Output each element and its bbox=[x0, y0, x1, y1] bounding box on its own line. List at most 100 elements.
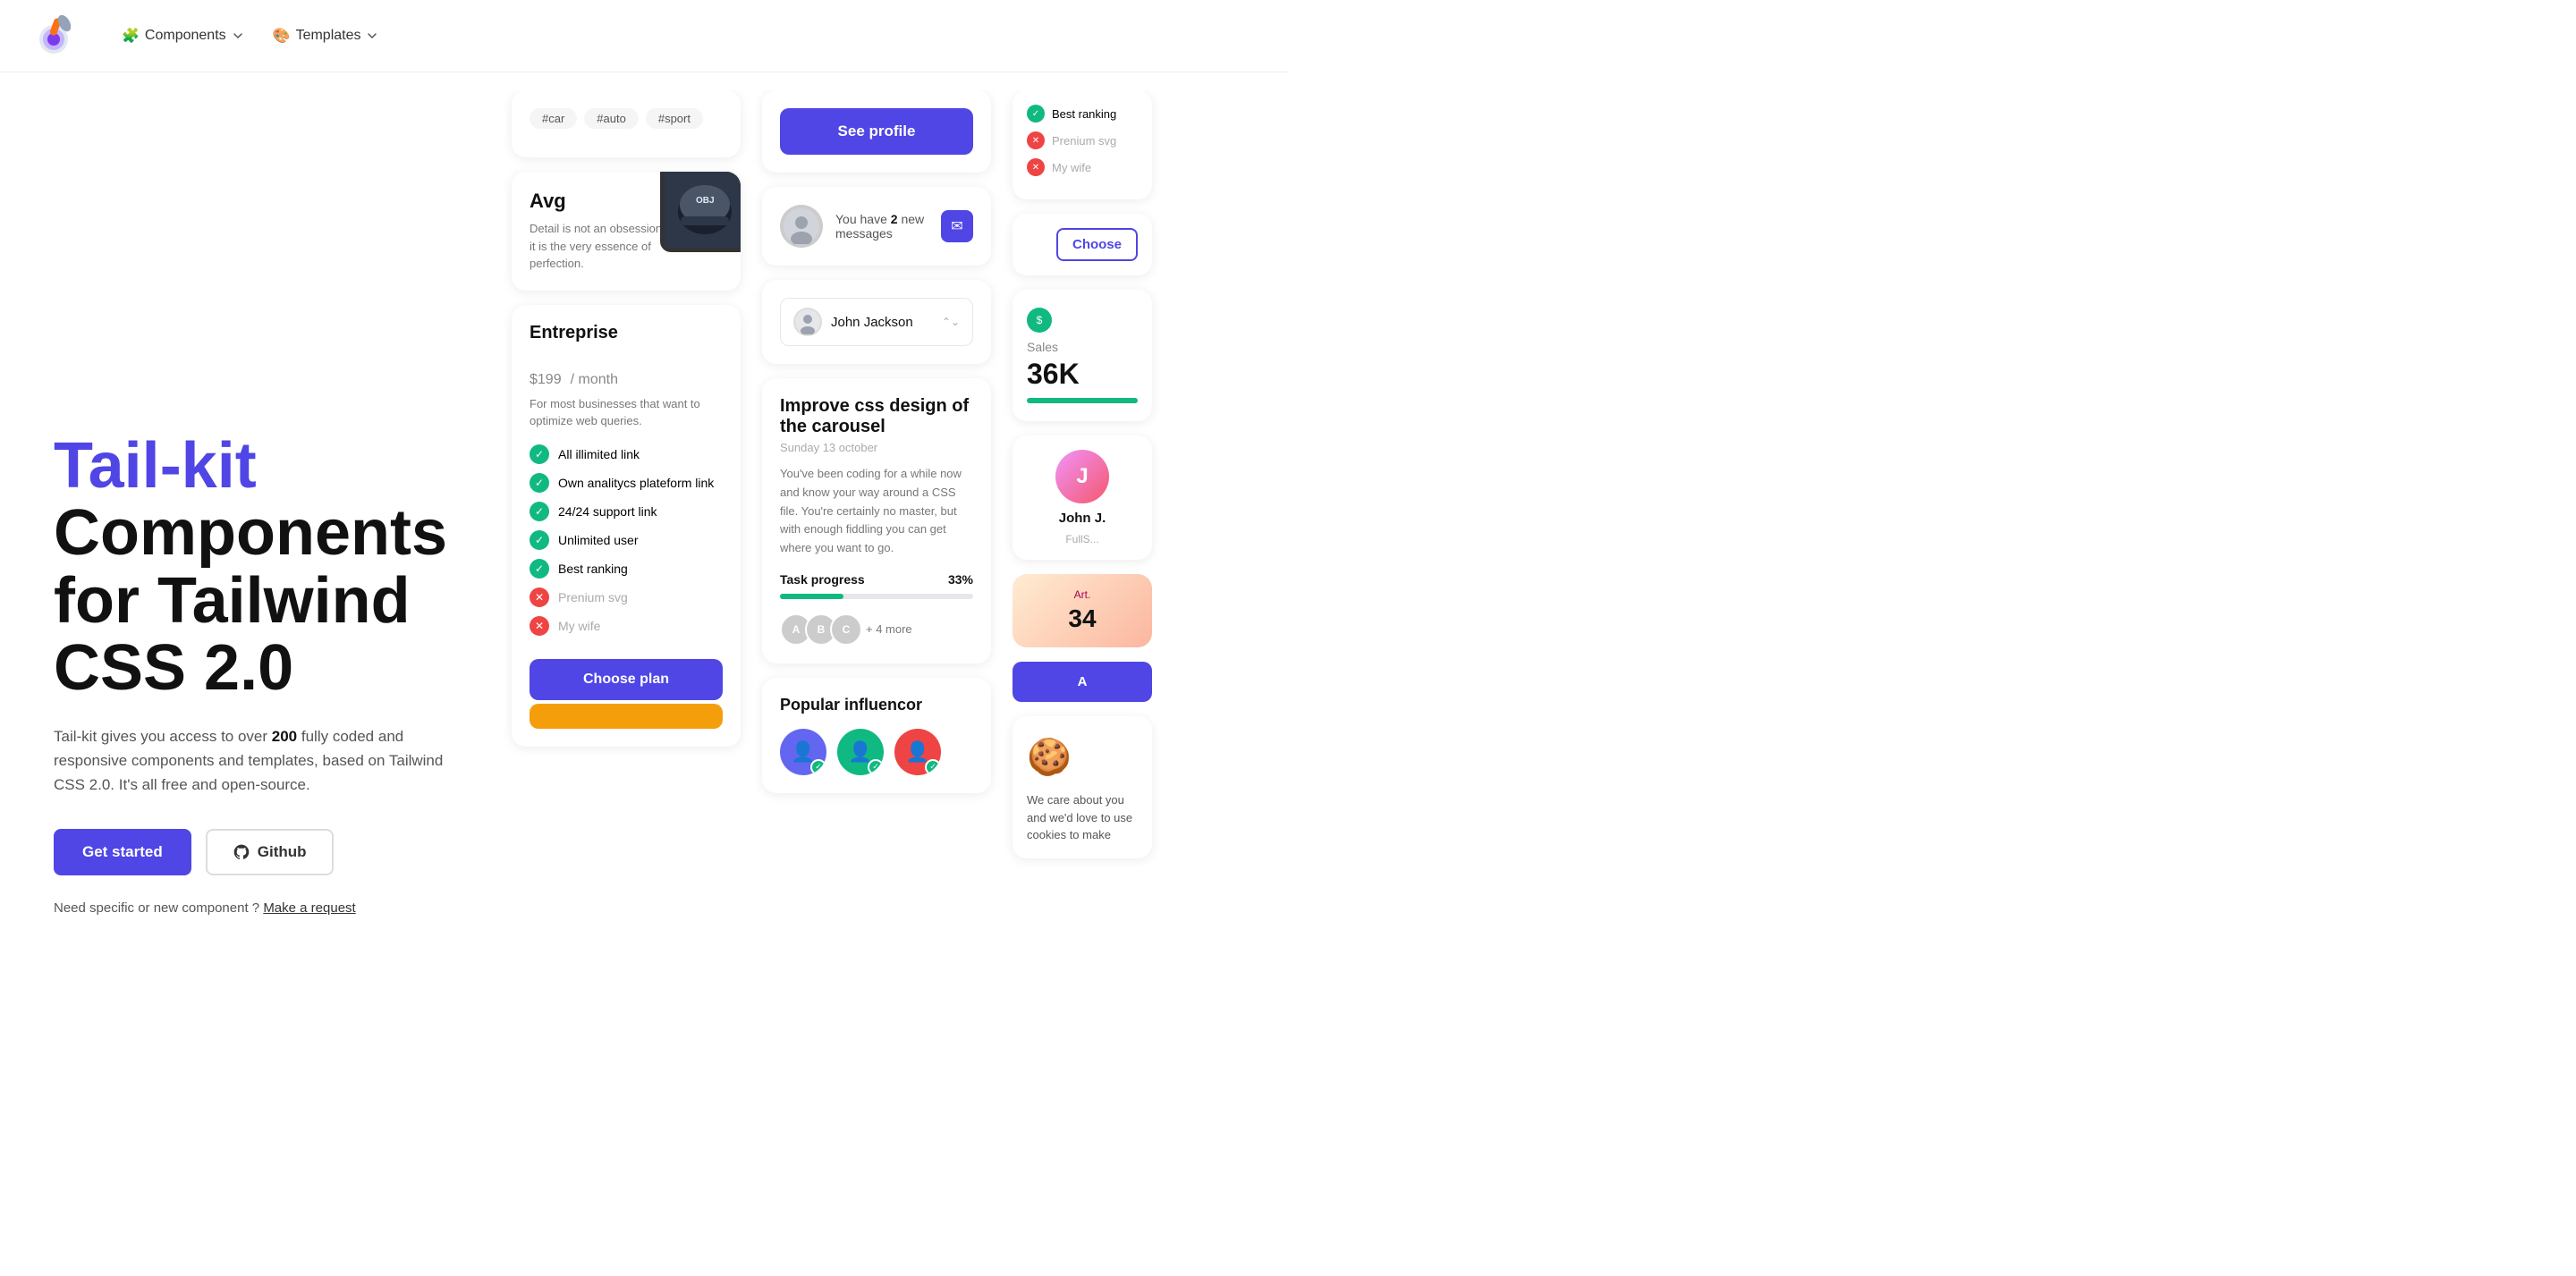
check-icon-5: ✓ bbox=[530, 559, 549, 579]
choose-plan-button[interactable]: Choose plan bbox=[530, 659, 723, 700]
feature-4: ✓ Unlimited user bbox=[530, 530, 723, 550]
palette-icon: 🎨 bbox=[273, 27, 291, 45]
avg-image: OBJ bbox=[660, 172, 741, 252]
main-layout: Tail-kit Componentsfor Tailwind CSS 2.0 … bbox=[0, 72, 1288, 1276]
purple-action-button[interactable]: A bbox=[1013, 662, 1152, 702]
art-value: 34 bbox=[1068, 604, 1096, 633]
premium-svg-item: ✕ Prenium svg bbox=[1027, 131, 1138, 149]
message-card: You have 2 new messages ✉ bbox=[762, 187, 991, 266]
best-ranking-card: ✓ Best ranking ✕ Prenium svg ✕ My wife bbox=[1013, 90, 1152, 199]
check-icon-1: ✓ bbox=[530, 444, 549, 464]
svg-text:OBJ: OBJ bbox=[696, 196, 715, 206]
hero-title-blue: Tail-kit bbox=[54, 430, 257, 502]
art-label: Art. bbox=[1074, 588, 1091, 601]
task-description: You've been coding for a while now and k… bbox=[780, 465, 973, 558]
avatar-group: A B C + 4 more bbox=[780, 613, 973, 646]
task-date: Sunday 13 october bbox=[780, 441, 973, 454]
mail-icon: ✉ bbox=[941, 210, 973, 242]
popular-card: Popular influencor 👤 ✓ 👤 ✓ 👤 ✓ bbox=[762, 678, 991, 793]
avg-text: Detail is not an obsession, it is the ve… bbox=[530, 220, 673, 273]
chevron-down-icon bbox=[232, 30, 244, 42]
message-avatar bbox=[780, 205, 823, 248]
pricing-tier: Entreprise bbox=[530, 323, 723, 343]
make-request-link[interactable]: Make a request bbox=[263, 900, 355, 916]
art-card: Art. 34 bbox=[1013, 574, 1152, 647]
hero-title: Tail-kit Componentsfor Tailwind CSS 2.0 bbox=[54, 433, 447, 703]
sales-card: $ Sales 36K bbox=[1013, 290, 1152, 421]
sales-label: Sales bbox=[1027, 340, 1138, 354]
task-card: Improve css design of the carousel Sunda… bbox=[762, 378, 991, 663]
chevron-down-icon-2 bbox=[366, 30, 378, 42]
john-avatar: J bbox=[1055, 450, 1109, 503]
feature-2: ✓ Own analitycs plateform link bbox=[530, 473, 723, 493]
progress-row: Task progress 33% bbox=[780, 572, 973, 587]
panel-col-profile: See profile You have 2 new messages ✉ bbox=[751, 90, 1002, 1258]
avatar-3: C bbox=[830, 613, 862, 646]
influencer-2[interactable]: 👤 ✓ bbox=[837, 729, 884, 775]
user-avatar-small bbox=[793, 308, 822, 336]
popular-section-title: Popular influencor bbox=[780, 696, 973, 714]
pricing-card: Entreprise $199 / month For most busines… bbox=[512, 305, 741, 747]
tag-car[interactable]: #car bbox=[530, 108, 577, 129]
see-profile-button[interactable]: See profile bbox=[780, 108, 973, 155]
my-wife-item: ✕ My wife bbox=[1027, 158, 1138, 176]
hero-cta: Need specific or new component ? Make a … bbox=[54, 900, 447, 916]
choose-partial-button[interactable]: Choose bbox=[1056, 228, 1138, 261]
check-best: ✓ bbox=[1027, 105, 1045, 123]
influencer-1-badge: ✓ bbox=[810, 759, 826, 775]
get-started-button[interactable]: Get started bbox=[54, 829, 191, 875]
see-profile-card: See profile bbox=[762, 90, 991, 173]
feature-3: ✓ 24/24 support link bbox=[530, 502, 723, 521]
feature-6: ✕ Prenium svg bbox=[530, 587, 723, 607]
influencer-1[interactable]: 👤 ✓ bbox=[780, 729, 826, 775]
progress-bar-fill bbox=[780, 594, 843, 599]
influencer-row: 👤 ✓ 👤 ✓ 👤 ✓ bbox=[780, 729, 973, 775]
tag-sport[interactable]: #sport bbox=[646, 108, 703, 129]
check-icon-4: ✓ bbox=[530, 530, 549, 550]
pricing-desc: For most businesses that want to optimiz… bbox=[530, 395, 723, 430]
choose-partial-card: Choose bbox=[1013, 214, 1152, 275]
panel-col-right: ✓ Best ranking ✕ Prenium svg ✕ My wife C… bbox=[1002, 90, 1163, 1258]
check-icon-3: ✓ bbox=[530, 502, 549, 521]
github-button[interactable]: Github bbox=[206, 829, 334, 875]
best-ranking-item: ✓ Best ranking bbox=[1027, 105, 1138, 123]
cookie-icon: 🍪 bbox=[1027, 731, 1138, 784]
influencer-3[interactable]: 👤 ✓ bbox=[894, 729, 941, 775]
sales-icon: $ bbox=[1027, 308, 1052, 333]
progress-label: Task progress bbox=[780, 572, 865, 587]
message-text: You have 2 new messages bbox=[835, 212, 928, 241]
sales-value: 36K bbox=[1027, 358, 1138, 391]
navbar: 🧩 Components 🎨 Templates bbox=[0, 0, 1288, 72]
panels-area: #car #auto #sport Avg Detail is not an o… bbox=[501, 72, 1288, 1276]
github-icon bbox=[233, 843, 250, 861]
feature-5: ✓ Best ranking bbox=[530, 559, 723, 579]
influencer-3-badge: ✓ bbox=[925, 759, 941, 775]
cookie-card: 🍪 We care about you and we'd love to use… bbox=[1013, 716, 1152, 858]
cross-icon-2: ✕ bbox=[530, 616, 549, 636]
task-title: Improve css design of the carousel bbox=[780, 396, 973, 437]
user-select-card: John Jackson ⌃⌄ bbox=[762, 280, 991, 364]
feature-7: ✕ My wife bbox=[530, 616, 723, 636]
john-name: John J. bbox=[1059, 511, 1106, 526]
hero-section: Tail-kit Componentsfor Tailwind CSS 2.0 … bbox=[0, 72, 501, 1276]
hero-subtitle: Tail-kit gives you access to over 200 fu… bbox=[54, 724, 447, 798]
cross-wife: ✕ bbox=[1027, 158, 1045, 176]
john-role: FullS... bbox=[1065, 533, 1098, 545]
orange-cta-button[interactable] bbox=[530, 704, 723, 729]
puzzle-icon: 🧩 bbox=[122, 27, 140, 45]
check-icon-2: ✓ bbox=[530, 473, 549, 493]
panel-col-pricing: #car #auto #sport Avg Detail is not an o… bbox=[501, 90, 751, 1258]
influencer-2-badge: ✓ bbox=[868, 759, 884, 775]
user-name: John Jackson bbox=[831, 315, 933, 330]
sales-bar bbox=[1027, 398, 1138, 403]
nav-components[interactable]: 🧩 Components bbox=[107, 20, 258, 52]
john-card: J John J. FullS... bbox=[1013, 435, 1152, 560]
user-select-row[interactable]: John Jackson ⌃⌄ bbox=[780, 298, 973, 346]
tags-card: #car #auto #sport bbox=[512, 90, 741, 157]
tag-auto[interactable]: #auto bbox=[584, 108, 639, 129]
more-badge: + 4 more bbox=[866, 622, 912, 636]
nav-templates[interactable]: 🎨 Templates bbox=[258, 20, 394, 52]
tags-row: #car #auto #sport bbox=[530, 108, 723, 129]
logo bbox=[36, 14, 79, 57]
pricing-price: $199 / month bbox=[530, 354, 723, 392]
